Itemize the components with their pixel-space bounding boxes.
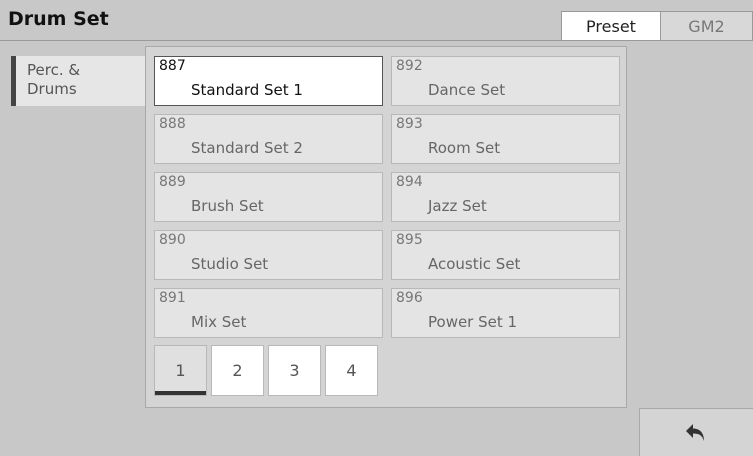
header-divider [0,40,753,41]
set-number: 888 [159,116,186,132]
set-name: Brush Set [191,197,264,215]
back-button[interactable] [639,408,753,456]
set-number: 892 [396,58,423,74]
page-button-3[interactable]: 3 [268,345,321,396]
current-page-indicator [155,391,206,395]
drum-set-panel: 887 Standard Set 1 888 Standard Set 2 88… [145,46,627,408]
page-number: 1 [175,361,186,380]
drum-set-card[interactable]: 892 Dance Set [391,56,620,106]
category-selected-indicator [11,56,16,106]
drum-set-card[interactable]: 888 Standard Set 2 [154,114,383,164]
set-number: 887 [159,58,186,74]
set-name: Power Set 1 [428,313,518,331]
set-name: Mix Set [191,313,247,331]
tab-preset[interactable]: Preset [561,11,661,41]
page-number: 4 [346,361,357,380]
page-title: Drum Set [8,8,109,30]
drum-set-card[interactable]: 887 Standard Set 1 [154,56,383,106]
set-name: Standard Set 1 [191,81,303,99]
tab-bar: Preset GM2 [561,11,753,41]
page-button-4[interactable]: 4 [325,345,378,396]
tab-gm2[interactable]: GM2 [661,11,753,41]
page-number: 2 [232,361,243,380]
page-number: 3 [289,361,300,380]
drum-set-card[interactable]: 890 Studio Set [154,230,383,280]
drum-set-card[interactable]: 893 Room Set [391,114,620,164]
set-name: Room Set [428,139,501,157]
return-arrow-icon [685,423,704,441]
drum-set-card[interactable]: 889 Brush Set [154,172,383,222]
drum-set-card[interactable]: 895 Acoustic Set [391,230,620,280]
set-name: Dance Set [428,81,506,99]
drum-set-card[interactable]: 896 Power Set 1 [391,288,620,338]
page-button-1[interactable]: 1 [154,345,207,396]
category-label: Perc. & Drums [27,61,81,98]
set-name: Jazz Set [428,197,487,215]
set-name: Acoustic Set [428,255,521,273]
set-number: 891 [159,290,186,306]
drum-set-card[interactable]: 891 Mix Set [154,288,383,338]
set-number: 895 [396,232,423,248]
set-number: 890 [159,232,186,248]
category-item-perc-drums[interactable]: Perc. & Drums [11,56,145,106]
set-number: 889 [159,174,186,190]
page-button-2[interactable]: 2 [211,345,264,396]
drum-set-card[interactable]: 894 Jazz Set [391,172,620,222]
page-selector: 1 2 3 4 [154,345,382,396]
set-number: 894 [396,174,423,190]
set-name: Standard Set 2 [191,139,303,157]
header: Drum Set Preset GM2 [0,0,753,41]
set-number: 896 [396,290,423,306]
set-number: 893 [396,116,423,132]
set-name: Studio Set [191,255,269,273]
